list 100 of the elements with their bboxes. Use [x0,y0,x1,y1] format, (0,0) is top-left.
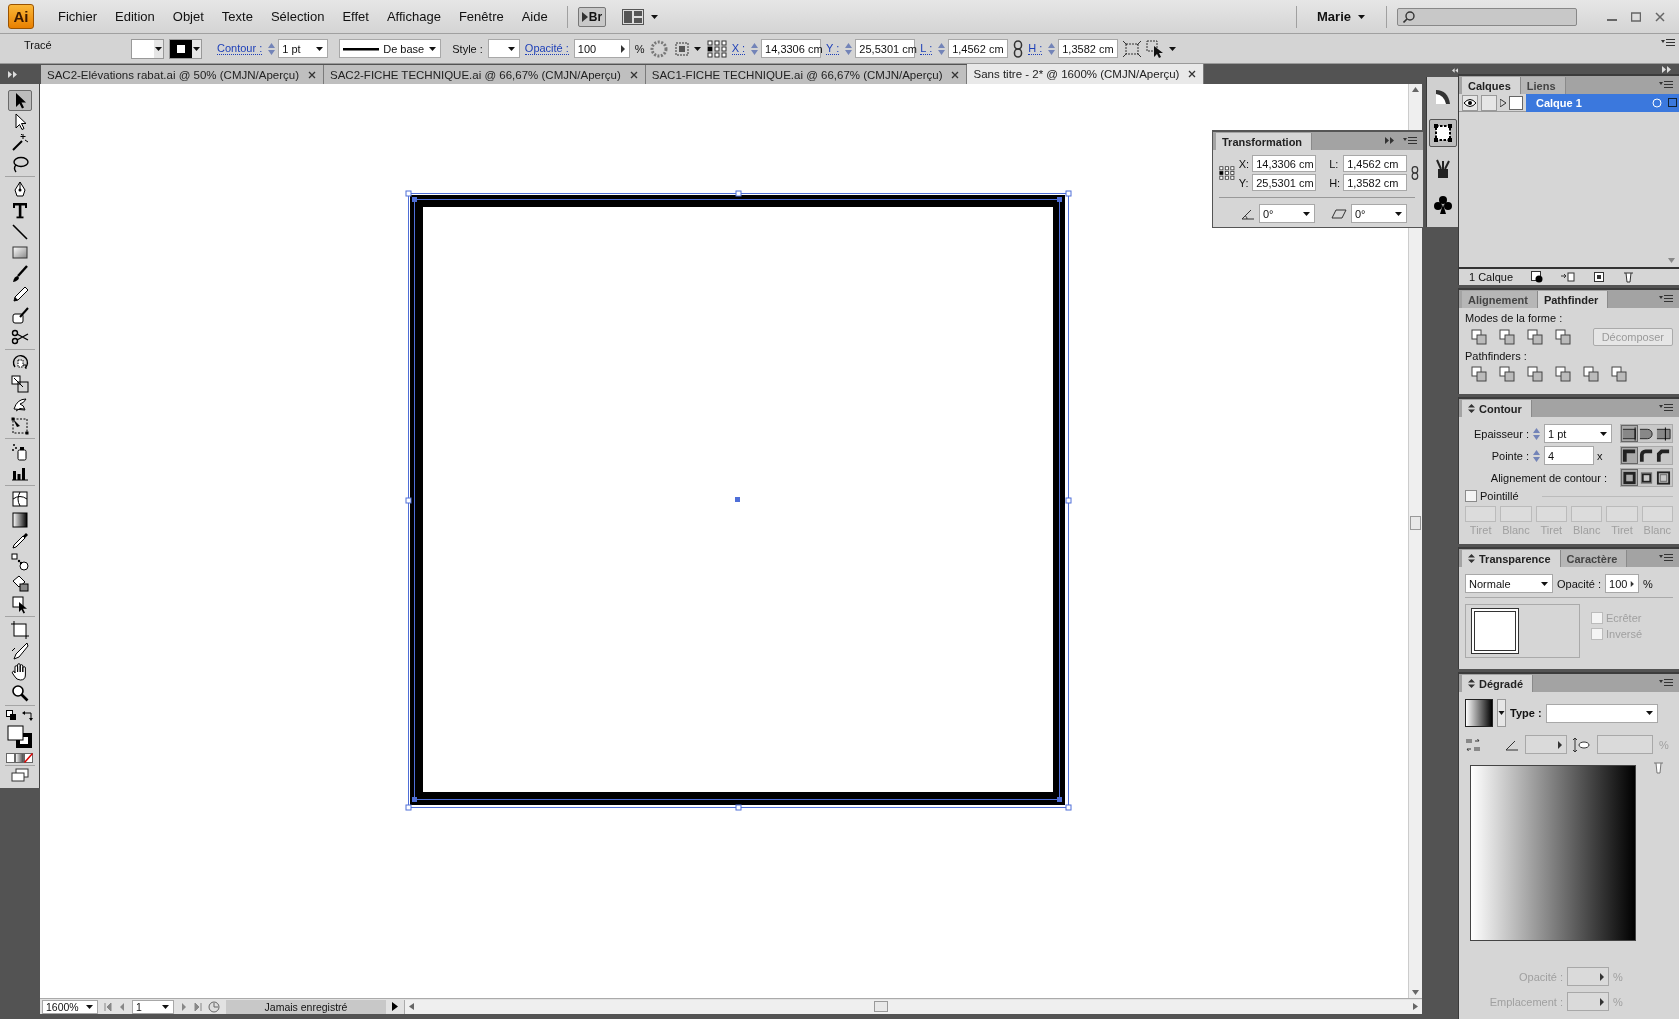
pathfinder-icon[interactable] [1527,366,1543,382]
panel-tab[interactable]: Contour [1462,400,1532,417]
panel-menu-icon[interactable] [1659,80,1673,90]
panel-tab[interactable]: Caractère [1560,550,1628,567]
field-label[interactable]: L : [920,42,933,55]
pathfinder-icon[interactable] [1611,366,1627,382]
fill-swatch[interactable] [131,38,164,59]
last-page-icon[interactable] [194,1002,202,1011]
brush-dropdown[interactable]: De base [339,39,442,58]
layout-icon[interactable] [622,8,645,25]
panel-menu-icon[interactable] [1659,403,1673,412]
caret-icon[interactable] [1302,209,1311,218]
opacity-label[interactable]: Opacité : [524,42,569,55]
pathfinder-icon[interactable] [1583,366,1599,382]
panel-tab[interactable]: Pathfinder [1537,291,1609,308]
reference-point-icon[interactable] [1219,164,1235,182]
rotate-angle-field[interactable]: 0° [1259,204,1315,223]
cap-button[interactable] [1655,425,1672,442]
panel-tab[interactable]: Transformation [1216,133,1313,150]
next-page-icon[interactable] [180,1002,188,1011]
arrow-right-icon[interactable] [1599,972,1605,981]
default-colors-icon[interactable] [5,710,18,721]
caret-icon[interactable] [1357,12,1366,21]
caret-icon[interactable] [650,12,660,21]
join-button[interactable] [1621,447,1638,464]
pathfinder-icon[interactable] [1471,366,1487,382]
spinner-icon[interactable] [1532,447,1541,464]
aspect-field[interactable] [1597,735,1653,754]
expand-icon[interactable] [1385,137,1395,144]
stroke-label[interactable]: Contour : [217,42,263,55]
height-field[interactable]: 1,3582 cm [1343,174,1408,191]
expand-triangle-icon[interactable] [1500,98,1506,107]
align-stroke-button[interactable] [1621,469,1638,486]
caret-icon[interactable] [428,44,438,53]
caret-icon[interactable] [1644,709,1654,717]
panel-tab[interactable]: Alignement [1462,291,1538,308]
menu-item[interactable]: Aide [512,6,557,27]
caret-icon[interactable] [192,44,201,53]
menu-item[interactable]: Fichier [49,6,106,27]
opacity-field[interactable]: 100 [1605,574,1640,593]
field-label[interactable]: X : [731,42,746,55]
first-page-icon[interactable] [104,1002,112,1011]
dock-button[interactable] [1428,119,1457,147]
caret-icon[interactable] [1540,579,1549,588]
y-position-field[interactable]: 25,5301 cm [1252,174,1317,191]
recolor-icon[interactable] [649,39,668,58]
close-icon[interactable] [308,70,316,79]
y-position-field[interactable]: 25,5301 cm [855,39,916,58]
user-menu[interactable]: Marie [1307,9,1376,24]
x-position-field[interactable]: 14,3306 cm [761,39,822,58]
caret-icon[interactable] [1497,699,1506,727]
menu-item[interactable]: Effet [333,6,378,27]
shape-mode-icon[interactable] [1471,329,1487,345]
shape-mode-icon[interactable] [1555,329,1571,345]
menu-item[interactable]: Sélection [261,6,334,27]
menu-item[interactable]: Texte [212,6,262,27]
field-label[interactable]: H : [1028,42,1043,55]
previous-page-icon[interactable] [118,1002,126,1011]
search-field[interactable] [1397,7,1577,26]
location-field[interactable] [1567,992,1609,1011]
tool-button[interactable] [7,90,32,111]
panel-menu-icon[interactable] [1659,553,1673,562]
expand-icon[interactable] [8,70,18,78]
stroke-swatch[interactable] [169,38,202,59]
stroke-weight-field[interactable]: 1 pt [278,39,329,58]
chain-link-icon[interactable] [1013,39,1024,58]
maximize-icon[interactable] [1631,11,1641,22]
page-field[interactable]: 1 [132,999,174,1014]
join-button[interactable] [1655,447,1672,464]
close-icon[interactable] [1188,70,1197,78]
blend-mode-dropdown[interactable]: Normale [1465,574,1553,593]
panel-tab[interactable]: Transparence [1462,550,1561,567]
join-button[interactable] [1638,447,1655,464]
arrow-right-icon[interactable] [1599,997,1605,1006]
miter-limit-field[interactable]: 4 [1544,446,1594,465]
menu-item[interactable]: Fenêtre [449,6,513,27]
caret-icon[interactable] [315,44,325,53]
caret-icon[interactable] [506,44,516,53]
eye-icon[interactable] [1464,98,1476,107]
panel-tab[interactable]: Calques [1462,77,1521,95]
screen-mode-icon[interactable] [9,768,30,782]
arrow-right-icon[interactable] [1630,579,1636,588]
locate-object-icon[interactable] [1531,271,1544,283]
caret-icon[interactable] [1599,429,1608,438]
menu-item[interactable]: Affichage [377,6,450,27]
checkbox[interactable] [1465,490,1477,502]
document-tab[interactable]: SAC1-FICHE TECHNIQUE.ai @ 66,67% (CMJN/Aperçu) [645,65,968,84]
caret-icon[interactable] [85,1002,94,1011]
menu-item[interactable]: Objet [163,6,213,27]
caret-icon[interactable] [1168,44,1178,53]
panel-menu-icon[interactable] [1659,294,1673,303]
opacity-field[interactable]: 100 [573,39,630,58]
height-field[interactable]: 1,3582 cm [1058,39,1119,58]
reverse-gradient-icon[interactable] [1465,737,1481,752]
pathfinder-icon[interactable] [1555,366,1571,382]
panel-menu-icon[interactable] [1659,678,1673,687]
horizontal-scrollbar[interactable] [404,999,1422,1014]
panel-menu-icon[interactable] [1661,38,1675,47]
reference-point-icon[interactable] [706,39,727,58]
shape-mode-icon[interactable] [1499,329,1515,345]
